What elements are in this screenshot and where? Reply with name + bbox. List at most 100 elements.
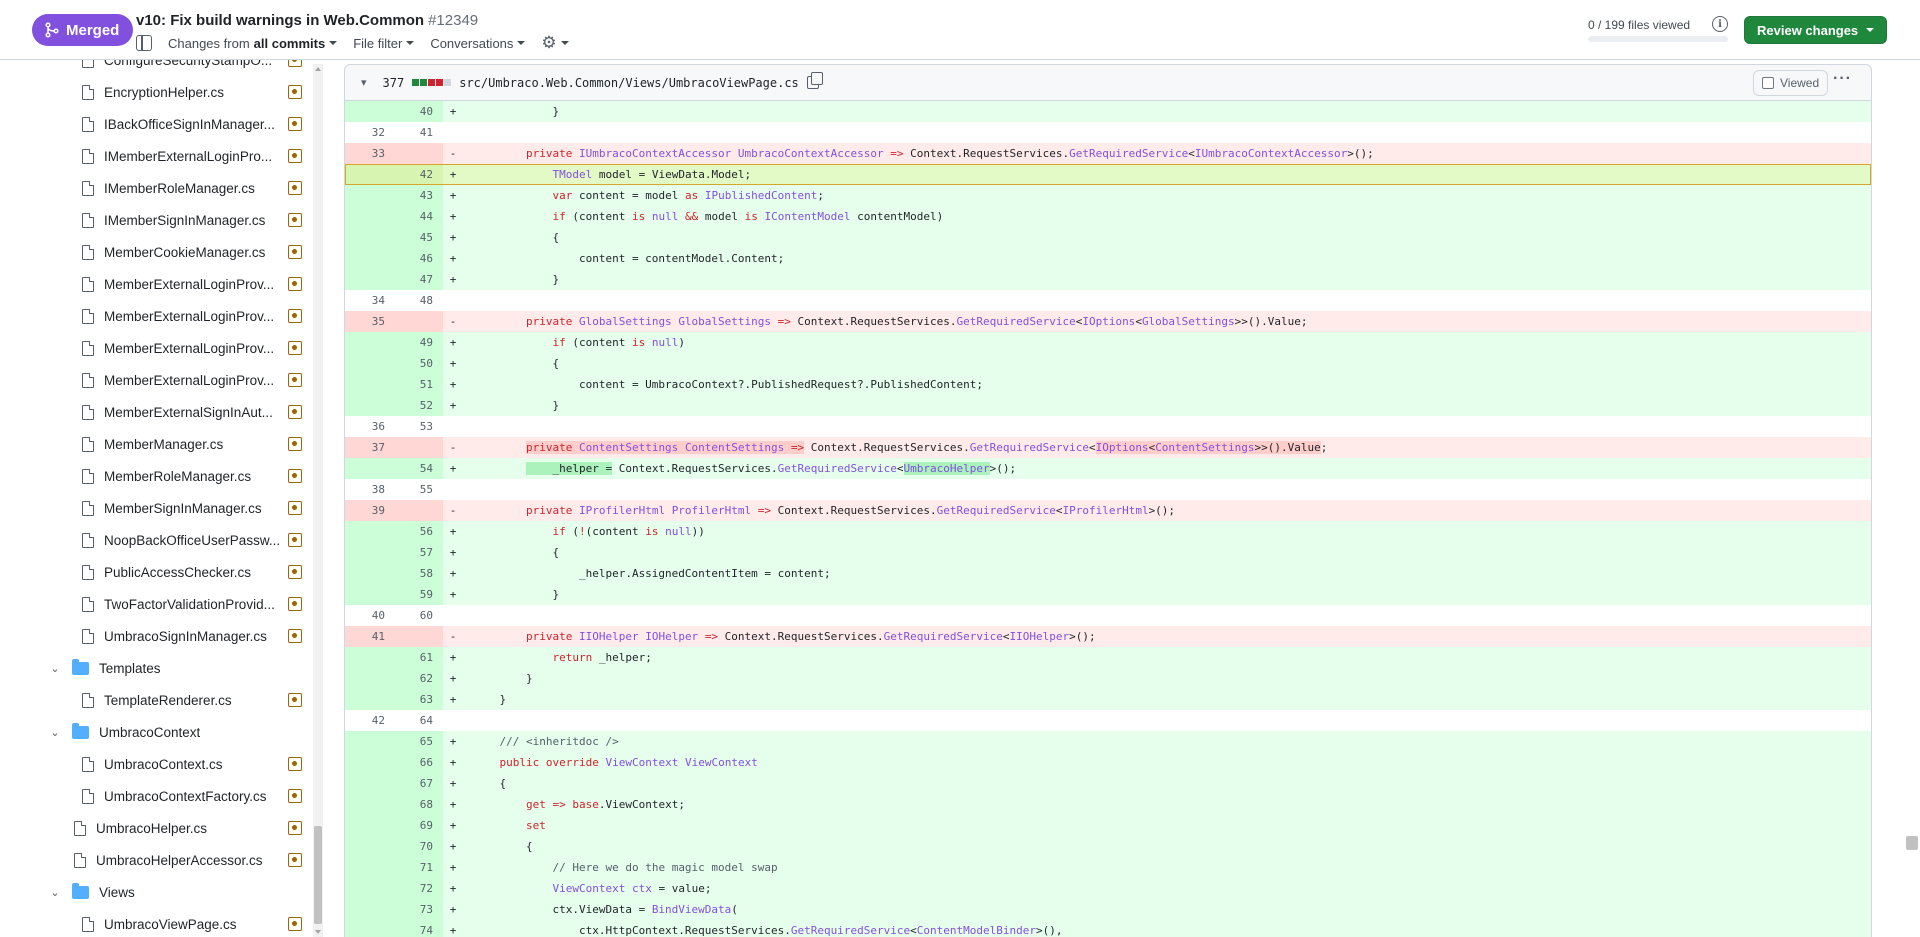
old-line-number[interactable] xyxy=(345,773,395,794)
new-line-number[interactable]: 69 xyxy=(395,815,443,836)
diff-line[interactable]: 45 + { xyxy=(345,227,1871,248)
diff-line[interactable]: 68 + get => base.ViewContext; xyxy=(345,794,1871,815)
old-line-number[interactable]: 40 xyxy=(345,605,395,626)
diff-line[interactable]: 66 + public override ViewContext ViewCont… xyxy=(345,752,1871,773)
old-line-number[interactable]: 32 xyxy=(345,122,395,143)
new-line-number[interactable]: 46 xyxy=(395,248,443,269)
old-line-number[interactable] xyxy=(345,794,395,815)
tree-file[interactable]: MemberManager.cs xyxy=(0,428,310,460)
new-line-number[interactable]: 73 xyxy=(395,899,443,920)
diff-line[interactable]: 67 + { xyxy=(345,773,1871,794)
file-tree-scrollbar[interactable] xyxy=(313,64,323,937)
new-line-number[interactable]: 42 xyxy=(395,164,443,185)
old-line-number[interactable] xyxy=(345,101,395,122)
chevron-down-icon[interactable]: ⌄ xyxy=(48,726,62,739)
new-line-number[interactable]: 59 xyxy=(395,584,443,605)
tree-file[interactable]: NoopBackOfficeUserPassw... xyxy=(0,524,310,556)
diff-line[interactable]: 42 64 xyxy=(345,710,1871,731)
tree-file[interactable]: MemberExternalSignInAut... xyxy=(0,396,310,428)
diff-line[interactable]: 47 + } xyxy=(345,269,1871,290)
tree-file[interactable]: UmbracoContextFactory.cs xyxy=(0,780,310,812)
file-filter-dropdown[interactable]: File filter xyxy=(353,36,415,51)
old-line-number[interactable] xyxy=(345,899,395,920)
new-line-number[interactable]: 44 xyxy=(395,206,443,227)
old-line-number[interactable] xyxy=(345,227,395,248)
diff-line[interactable]: 32 41 xyxy=(345,122,1871,143)
new-line-number[interactable]: 61 xyxy=(395,647,443,668)
old-line-number[interactable] xyxy=(345,815,395,836)
diff-line[interactable]: 52 + } xyxy=(345,395,1871,416)
diff-line[interactable]: 56 + if (!(content is null)) xyxy=(345,521,1871,542)
diff-line[interactable]: 36 53 xyxy=(345,416,1871,437)
new-line-number[interactable]: 49 xyxy=(395,332,443,353)
tree-file[interactable]: UmbracoSignInManager.cs xyxy=(0,620,310,652)
new-line-number[interactable]: 56 xyxy=(395,521,443,542)
collapse-file-icon[interactable]: ▾ xyxy=(361,76,367,89)
new-line-number[interactable]: 67 xyxy=(395,773,443,794)
diff-line[interactable]: 43 + var content = model as IPublishedCon… xyxy=(345,185,1871,206)
new-line-number[interactable]: 68 xyxy=(395,794,443,815)
diff-line[interactable]: 65 + /// <inheritdoc /> xyxy=(345,731,1871,752)
scroll-down-icon[interactable] xyxy=(315,930,321,934)
sidebar-toggle-icon[interactable] xyxy=(136,35,152,51)
info-icon[interactable]: i xyxy=(1712,16,1728,32)
old-line-number[interactable]: 37 xyxy=(345,437,395,458)
tree-file[interactable]: IMemberExternalLoginPro... xyxy=(0,140,310,172)
old-line-number[interactable] xyxy=(345,395,395,416)
new-line-number[interactable] xyxy=(395,311,443,332)
diff-line[interactable]: 40 60 xyxy=(345,605,1871,626)
diff-line[interactable]: 58 + _helper.AssignedContentItem = conten… xyxy=(345,563,1871,584)
old-line-number[interactable] xyxy=(345,668,395,689)
new-line-number[interactable]: 72 xyxy=(395,878,443,899)
diff-line[interactable]: 74 + ctx.HttpContext.RequestServices.GetR… xyxy=(345,920,1871,937)
more-options-icon[interactable]: ··· xyxy=(1833,70,1852,88)
old-line-number[interactable] xyxy=(345,353,395,374)
new-line-number[interactable]: 74 xyxy=(395,920,443,937)
scrollbar-thumb[interactable] xyxy=(314,826,322,924)
old-line-number[interactable] xyxy=(345,752,395,773)
tree-file[interactable]: MemberSignInManager.cs xyxy=(0,492,310,524)
tree-file[interactable]: MemberCookieManager.cs xyxy=(0,236,310,268)
diff-line[interactable]: 61 + return _helper; xyxy=(345,647,1871,668)
new-line-number[interactable]: 70 xyxy=(395,836,443,857)
diff-line[interactable]: 38 55 xyxy=(345,479,1871,500)
diff-line[interactable]: 57 + { xyxy=(345,542,1871,563)
new-line-number[interactable]: 41 xyxy=(395,122,443,143)
tree-file[interactable]: PublicAccessChecker.cs xyxy=(0,556,310,588)
tree-file[interactable]: TemplateRenderer.cs xyxy=(0,684,310,716)
tree-file[interactable]: UmbracoHelper.cs xyxy=(0,812,310,844)
page-scrollbar-thumb[interactable] xyxy=(1906,836,1918,850)
tree-file[interactable]: EncryptionHelper.cs xyxy=(0,76,310,108)
new-line-number[interactable]: 65 xyxy=(395,731,443,752)
old-line-number[interactable]: 34 xyxy=(345,290,395,311)
new-line-number[interactable] xyxy=(395,626,443,647)
new-line-number[interactable]: 40 xyxy=(395,101,443,122)
old-line-number[interactable] xyxy=(345,458,395,479)
old-line-number[interactable] xyxy=(345,563,395,584)
old-line-number[interactable] xyxy=(345,185,395,206)
diff-settings-dropdown[interactable]: ⚙ xyxy=(541,33,569,53)
old-line-number[interactable] xyxy=(345,332,395,353)
tree-file[interactable]: MemberExternalLoginProv... xyxy=(0,332,310,364)
old-line-number[interactable]: 41 xyxy=(345,626,395,647)
old-line-number[interactable] xyxy=(345,836,395,857)
tree-file[interactable]: IMemberSignInManager.cs xyxy=(0,204,310,236)
tree-file[interactable]: UmbracoContext.cs xyxy=(0,748,310,780)
diff-line[interactable]: 62 + } xyxy=(345,668,1871,689)
tree-folder[interactable]: ⌄ Templates xyxy=(0,652,310,684)
new-line-number[interactable]: 64 xyxy=(395,710,443,731)
diff-line[interactable]: 63 + } xyxy=(345,689,1871,710)
tree-file[interactable]: MemberExternalLoginProv... xyxy=(0,300,310,332)
tree-file[interactable]: MemberExternalLoginProv... xyxy=(0,364,310,396)
old-line-number[interactable] xyxy=(345,374,395,395)
new-line-number[interactable]: 57 xyxy=(395,542,443,563)
new-line-number[interactable]: 66 xyxy=(395,752,443,773)
diff-line[interactable]: 51 + content = UmbracoContext?.PublishedR… xyxy=(345,374,1871,395)
old-line-number[interactable] xyxy=(345,206,395,227)
old-line-number[interactable] xyxy=(345,542,395,563)
new-line-number[interactable]: 53 xyxy=(395,416,443,437)
chevron-down-icon[interactable]: ⌄ xyxy=(48,886,62,899)
diff-line[interactable]: 42 + TModel model = ViewData.Model; xyxy=(345,164,1871,185)
diff-line[interactable]: 33 - private IUmbracoContextAccessor Umbr… xyxy=(345,143,1871,164)
diff-line[interactable]: 73 + ctx.ViewData = BindViewData( xyxy=(345,899,1871,920)
